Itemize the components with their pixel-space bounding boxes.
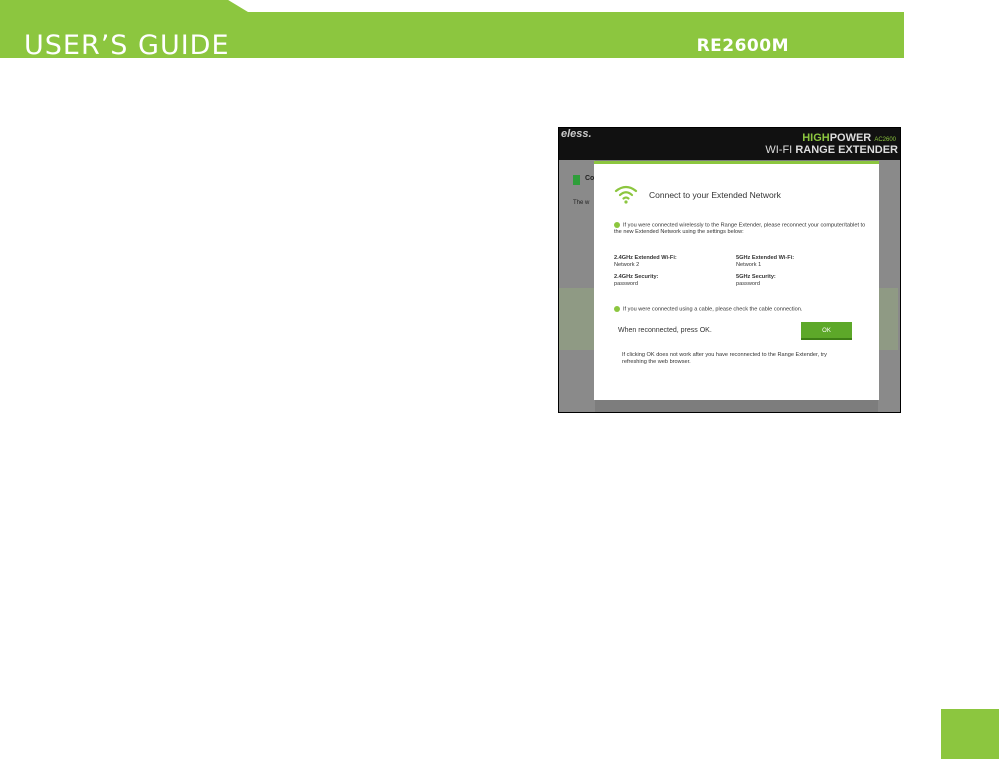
side-marker [573,175,580,185]
sec5-label: 5GHz Security: [736,274,776,280]
side-text: The w [573,200,590,206]
brand-line-2: WI-FI RANGE EXTENDER [765,144,898,156]
info-icon [614,306,620,312]
screenshot-right-panel [878,160,900,412]
brand-power: POWER [829,132,872,144]
brand-range-extender: RANGE EXTENDER [795,144,898,156]
page-corner-tab [941,709,999,759]
wireless-message: If you were connected wirelessly to the … [614,222,869,236]
screenshot-top-bar: eless. HIGHPOWER AC2600 WI-FI RANGE EXTE… [559,128,900,160]
wifi24-label: 2.4GHz Extended Wi-Fi: [614,255,677,261]
connect-modal: Connect to your Extended Network If you … [594,161,879,400]
right-band [878,288,898,350]
refresh-tip: If clicking OK does not work after you h… [622,352,827,365]
sec24-value: password [614,281,638,287]
wifi5-label: 5GHz Extended Wi-Fi: [736,255,795,261]
info-icon [614,222,620,228]
wifi-icon [614,185,638,204]
wifi5-value: Network 1 [736,262,762,268]
brand-line-1: HIGHPOWER AC2600 [802,132,896,144]
wifi24-value: Network 2 [614,262,640,268]
sec24-label: 2.4GHz Security: [614,274,659,280]
cable-message-text: If you were connected using a cable, ple… [623,306,803,313]
wireless-message-text: If you were connected wirelessly to the … [614,222,866,236]
modal-title: Connect to your Extended Network [649,190,781,200]
side-heading: Co [585,175,595,182]
model-name: RE2600M [696,36,789,56]
brand-left-text: eless. [561,128,592,140]
header-banner: USER’S GUIDE RE2600M [0,12,904,61]
ok-button[interactable]: OK [801,322,852,340]
guide-title: USER’S GUIDE [24,30,230,61]
brand-high: HIGH [802,132,830,144]
header-tab [0,0,248,12]
sec5-value: password [736,281,760,287]
brand-model-sub: AC2600 [874,137,896,143]
screenshot-left-panel: Co The w [559,160,595,412]
side-band [559,288,595,350]
screenshot-figure: eless. HIGHPOWER AC2600 WI-FI RANGE EXTE… [558,127,901,413]
brand-wifi: WI-FI [765,144,793,156]
cable-message: If you were connected using a cable, ple… [614,306,802,312]
reconnect-text: When reconnected, press OK. [618,327,712,334]
